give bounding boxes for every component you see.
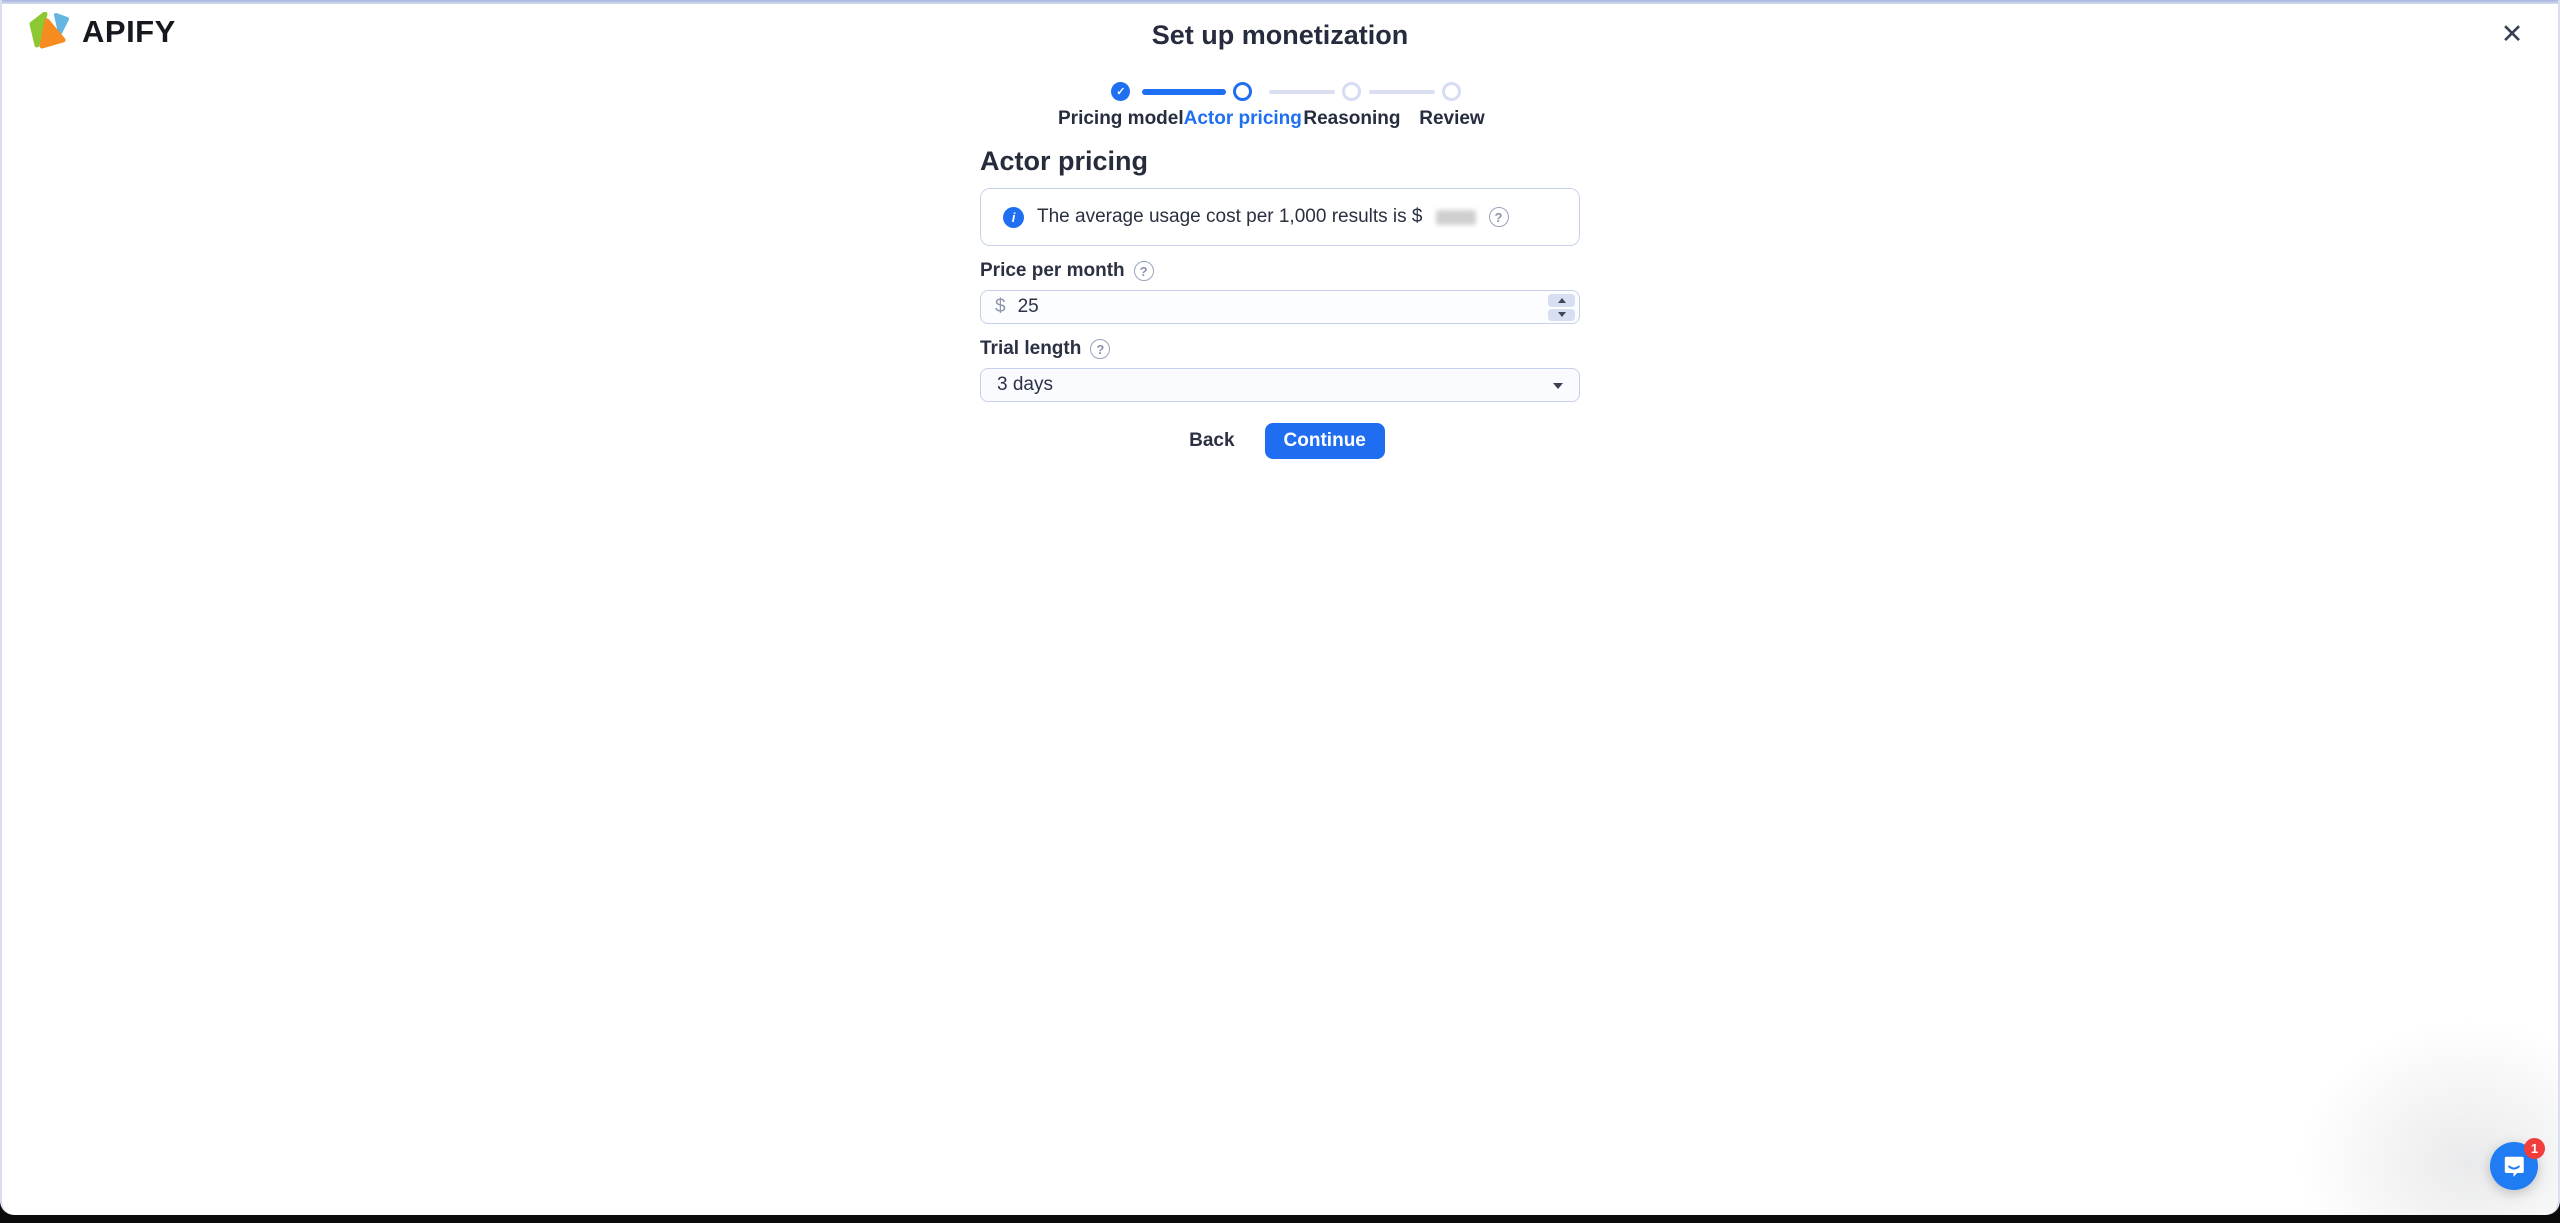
section-heading: Actor pricing bbox=[980, 146, 1149, 176]
chat-launcher[interactable]: 1 bbox=[2490, 1138, 2545, 1190]
info-banner: i The average usage cost per 1,000 resul… bbox=[980, 188, 1580, 246]
step-label: Reasoning bbox=[1303, 108, 1401, 129]
chevron-down-icon bbox=[1553, 383, 1563, 389]
price-input[interactable] bbox=[1017, 296, 1418, 318]
unread-badge: 1 bbox=[2524, 1138, 2545, 1159]
step-connector bbox=[1268, 89, 1335, 94]
currency-prefix: $ bbox=[995, 296, 1006, 317]
trial-length-value: 3 days bbox=[997, 374, 1053, 395]
apify-logo-icon bbox=[29, 12, 69, 49]
top-edge-strip bbox=[2, 0, 2558, 4]
help-icon[interactable]: ? bbox=[1090, 339, 1111, 359]
upcoming-step-dot bbox=[1442, 82, 1462, 101]
apify-logo: APIFY bbox=[28, 12, 176, 51]
step-label: Review bbox=[1419, 108, 1485, 129]
step-label: Actor pricing bbox=[1183, 108, 1302, 129]
check-icon: ✓ bbox=[1111, 82, 1131, 101]
back-button[interactable]: Back bbox=[1175, 424, 1248, 458]
arrow-down-icon bbox=[1557, 312, 1566, 318]
upcoming-step-dot bbox=[1342, 82, 1362, 101]
help-icon[interactable]: ? bbox=[1133, 261, 1154, 281]
stepper: ✓ Pricing model Actor pricing Reasoning … bbox=[1058, 82, 1502, 130]
apify-wordmark: APIFY bbox=[82, 13, 176, 49]
chat-bubble-icon bbox=[2504, 1156, 2524, 1177]
modal-title: Set up monetization bbox=[1151, 20, 1409, 50]
price-field-label-row: Price per month ? bbox=[980, 260, 1580, 282]
form-content: Actor pricing i The average usage cost p… bbox=[980, 146, 1580, 459]
trial-length-select[interactable]: 3 days bbox=[980, 368, 1580, 402]
step-label: Pricing model bbox=[1058, 108, 1184, 129]
increment-button[interactable] bbox=[1548, 294, 1575, 307]
price-input-wrapper: $ bbox=[980, 290, 1580, 324]
price-stepper bbox=[1548, 294, 1575, 321]
close-button[interactable]: ✕ bbox=[2492, 14, 2532, 54]
trial-field-label: Trial length bbox=[980, 338, 1082, 359]
info-icon: i bbox=[1003, 206, 1024, 228]
continue-button[interactable]: Continue bbox=[1264, 423, 1385, 459]
price-field-label: Price per month bbox=[980, 260, 1125, 281]
actions-row: Back Continue bbox=[980, 423, 1580, 459]
help-icon[interactable]: ? bbox=[1488, 207, 1509, 227]
arrow-up-icon bbox=[1557, 297, 1566, 303]
monetization-modal: APIFY ✕ Set up monetization ✓ Pricing mo… bbox=[0, 0, 2560, 1215]
step-connector bbox=[1141, 88, 1226, 95]
trial-field-label-row: Trial length ? bbox=[980, 338, 1580, 360]
step-review[interactable]: Review bbox=[1368, 82, 1502, 130]
decrement-button[interactable] bbox=[1548, 308, 1575, 321]
info-banner-text: The average usage cost per 1,000 results… bbox=[1037, 206, 1423, 227]
step-connector bbox=[1368, 89, 1435, 94]
active-step-dot bbox=[1233, 82, 1253, 101]
redacted-value bbox=[1435, 209, 1476, 225]
